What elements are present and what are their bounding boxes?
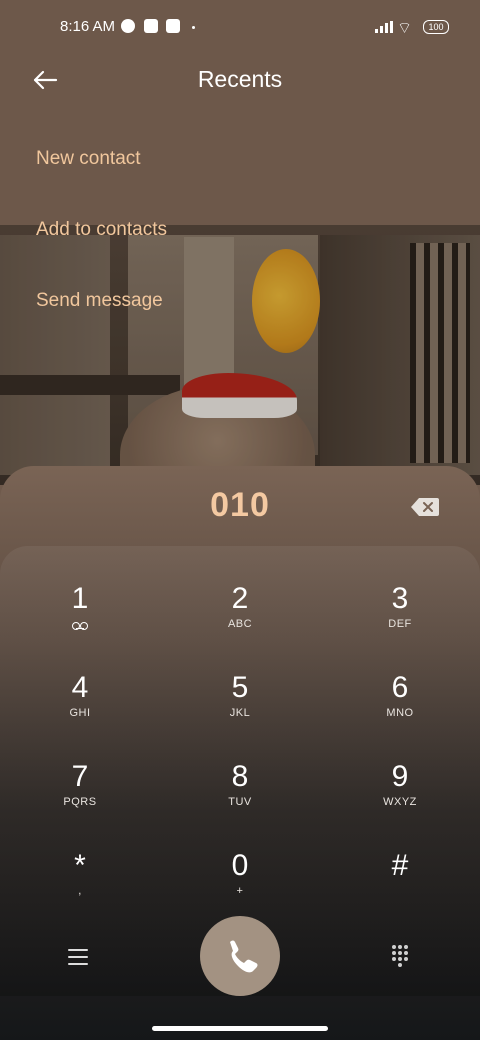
status-bar: 8:16 AM ⌔ 100: [0, 14, 480, 42]
key-5[interactable]: 5 JKL: [180, 671, 300, 751]
notification-dot: [192, 26, 195, 29]
upload-icon: [166, 19, 180, 33]
key-letters: MNO: [386, 707, 414, 719]
call-button[interactable]: [200, 916, 280, 996]
home-indicator[interactable]: [152, 1026, 328, 1031]
keypad-grid-icon[interactable]: [392, 945, 412, 967]
key-digit: 7: [71, 760, 89, 793]
signal-icon: [375, 21, 393, 33]
phone-icon: [230, 940, 258, 973]
key-digit: 1: [71, 582, 89, 615]
key-hash[interactable]: #: [340, 849, 460, 929]
key-letters: DEF: [388, 618, 412, 630]
add-to-contacts-option[interactable]: Add to contacts: [36, 219, 167, 241]
key-letters: PQRS: [63, 796, 97, 808]
key-1[interactable]: 1: [20, 582, 140, 662]
key-letters: WXYZ: [383, 796, 417, 808]
backspace-icon[interactable]: [410, 496, 440, 518]
key-digit: 5: [231, 671, 249, 704]
new-contact-option[interactable]: New contact: [36, 148, 141, 170]
battery-icon: 100: [423, 20, 449, 34]
key-digit: 3: [391, 582, 409, 615]
key-7[interactable]: 7 PQRS: [20, 760, 140, 840]
send-message-option[interactable]: Send message: [36, 290, 163, 312]
key-digit: 0: [231, 849, 249, 882]
key-letters: ABC: [227, 618, 253, 630]
key-letters: TUV: [228, 796, 252, 808]
wifi-icon: ⌔: [397, 20, 413, 37]
menu-icon[interactable]: [68, 949, 88, 965]
key-digit: 6: [391, 671, 409, 704]
key-4[interactable]: 4 GHI: [20, 671, 140, 751]
key-2[interactable]: 2 ABC: [180, 582, 300, 662]
key-letters: GHI: [69, 707, 91, 719]
status-app-icon: [144, 19, 158, 33]
dialer-sheet: 010 1 2 ABC 3 DEF 4 GHI 5 JKL 6 MNO 7 PQ…: [0, 466, 480, 1040]
page-title: Recents: [197, 66, 283, 92]
status-time: 8:16 AM: [60, 18, 116, 35]
key-9[interactable]: 9 WXYZ: [340, 760, 460, 840]
key-6[interactable]: 6 MNO: [340, 671, 460, 751]
key-letters: ,: [78, 885, 82, 897]
key-digit: 4: [71, 671, 89, 704]
dialed-number: 010: [210, 486, 270, 524]
key-letters: +: [236, 885, 244, 897]
status-app-icon: [121, 19, 135, 33]
key-digit: *: [74, 849, 86, 882]
key-digit: 9: [391, 760, 409, 793]
key-digit: 2: [231, 582, 249, 615]
key-letters: JKL: [229, 707, 251, 719]
voicemail-icon: [72, 622, 88, 630]
key-digit: 8: [231, 760, 249, 793]
key-8[interactable]: 8 TUV: [180, 760, 300, 840]
key-star[interactable]: * ,: [20, 849, 140, 929]
key-digit: #: [391, 849, 409, 882]
key-3[interactable]: 3 DEF: [340, 582, 460, 662]
wallpaper-photo: [0, 225, 480, 485]
photo-shade: [0, 225, 480, 485]
